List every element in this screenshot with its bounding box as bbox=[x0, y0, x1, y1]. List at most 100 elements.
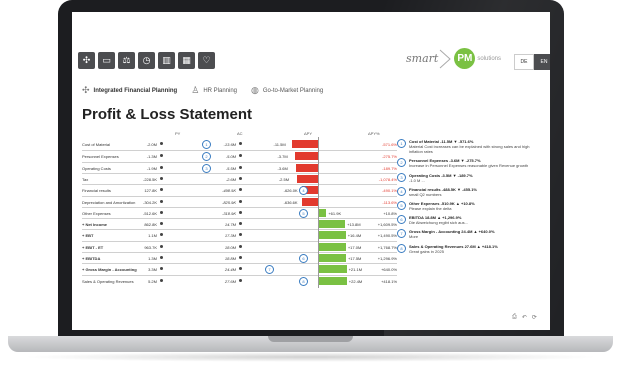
ac-dot bbox=[239, 222, 242, 226]
ac-value: -2.6M bbox=[225, 176, 236, 182]
py-value: -2.0M bbox=[146, 142, 157, 147]
table-icon[interactable]: ▦ bbox=[178, 52, 195, 69]
row-label: Cost of Material bbox=[82, 142, 111, 147]
comment-number: 4 bbox=[397, 186, 406, 196]
comment-item[interactable]: 7 Gross Margin - Accounting 24.4M ▲ +640.… bbox=[397, 229, 543, 239]
row-label: Other Expenses bbox=[82, 210, 111, 216]
arrows-icon: ✣ bbox=[82, 85, 90, 95]
delta-pct-value: +418.1% bbox=[381, 278, 397, 284]
comment-marker[interactable]: 7 bbox=[265, 265, 274, 275]
comment-item[interactable]: 6 EBITDA 18.8M ▲ +1,296.9% Die Abweichung … bbox=[397, 215, 543, 225]
ac-dot bbox=[239, 256, 242, 259]
delta-value: +16.4M bbox=[347, 233, 362, 239]
comment-number: 1 bbox=[397, 139, 406, 148]
table-row[interactable]: + EBIT - ET 963.7K 18.0M +17.0M +1,768.7% bbox=[82, 240, 397, 252]
py-value: 862.8K bbox=[144, 222, 157, 228]
nav-tabs: ✣ Integrated Financial Planning ♙ HR Pla… bbox=[82, 85, 323, 96]
delta-value: -636.6K bbox=[283, 199, 298, 205]
ac-dot bbox=[239, 142, 242, 145]
tab-label: HR Planning bbox=[203, 87, 237, 94]
ac-value: -498.5K bbox=[221, 188, 236, 194]
delta-pct-value: +10.8% bbox=[383, 210, 397, 216]
comment-text: Material Cost increases can be explained… bbox=[409, 144, 530, 155]
ac-value: -5.5M bbox=[225, 165, 236, 171]
table-row[interactable]: Financial results 127.8K -498.5K -626.0K -49… bbox=[82, 184, 397, 196]
comment-item[interactable]: 4 Financial results -488.5K ▼ -455.1% smal… bbox=[397, 186, 543, 197]
py-dot bbox=[160, 222, 163, 226]
clock-icon[interactable]: ◷ bbox=[138, 52, 155, 69]
table-row[interactable]: Depreciation and Amortization -304.2K -825… bbox=[82, 195, 397, 207]
export-icon[interactable]: ⎙ bbox=[512, 314, 517, 321]
table-row[interactable]: + Gross Margin - Accounting 3.3M 24.4M +21.… bbox=[82, 263, 397, 275]
comment-number: 6 bbox=[397, 215, 406, 225]
table-row[interactable]: + EBITDA 1.3M 18.8M +17.5M +1,296.9% 6 bbox=[82, 252, 397, 263]
table-row[interactable]: Personnel Expenses -1.3M -5.0M -3.7M -275.7%… bbox=[82, 150, 397, 162]
tab-integrated-financial-planning[interactable]: ✣ Integrated Financial Planning bbox=[82, 85, 177, 96]
ac-value: -825.9K bbox=[221, 199, 236, 205]
table-row[interactable]: Cost of Material -2.0M -13.6M -11.5M -571.6%… bbox=[82, 139, 397, 149]
py-value: 1.1M bbox=[148, 233, 157, 239]
comment-number: 2 bbox=[397, 158, 406, 168]
row-label: + Net Income bbox=[82, 222, 108, 228]
delta-value: -3.7M bbox=[277, 154, 288, 160]
table-row[interactable]: Operating Costs -1.9M -5.5M -3.6M -189.7% 3 bbox=[82, 161, 397, 173]
ac-value: 24.4M bbox=[224, 267, 236, 273]
refresh-icon[interactable]: ⟳ bbox=[532, 314, 537, 321]
delta-pct-value: +1,296.9% bbox=[377, 256, 397, 261]
comment-item[interactable]: 3 Operating Costs -3.5M ▼ -189.7% -1.0 M .… bbox=[397, 172, 543, 183]
table-row[interactable]: + Net Income 862.8K 14.7M +13.8M +1,609.5% bbox=[82, 218, 397, 229]
py-value: -512.6K bbox=[142, 210, 157, 216]
comment-number: 7 bbox=[397, 229, 406, 239]
comment-marker[interactable]: 1 bbox=[202, 140, 211, 149]
bottom-controls: ⎙ ↶ ⟳ bbox=[512, 314, 537, 321]
comment-item[interactable]: 2 Personnel Expenses -3.6M ▼ -275.7% Incre… bbox=[397, 158, 543, 168]
comment-marker[interactable]: 6 bbox=[299, 254, 308, 263]
py-dot bbox=[160, 256, 163, 259]
table-row[interactable]: + EBT 1.1M 17.3M +16.4M +1,490.5% bbox=[82, 229, 397, 240]
row-label: + Gross Margin - Accounting bbox=[82, 267, 137, 273]
comment-item[interactable]: 8 Sales & Operating Revenues 27.6M ▲ +418… bbox=[397, 243, 543, 254]
comment-item[interactable]: 1 Cost of Material -11.5M ▼ -571.6% Materi… bbox=[397, 139, 543, 154]
comments-panel: 1 Cost of Material -11.5M ▼ -571.6% Materi… bbox=[397, 139, 543, 258]
lang-de-button[interactable]: DE bbox=[514, 54, 534, 70]
py-value: -1.9M bbox=[146, 165, 157, 171]
page-title: Profit & Loss Statement bbox=[82, 106, 253, 123]
delta-bar bbox=[295, 152, 318, 161]
lang-en-button[interactable]: EN bbox=[534, 54, 550, 70]
row-label: + EBT bbox=[82, 233, 94, 239]
comment-heading: Gross Margin - Accounting 24.4M ▲ +640.0… bbox=[409, 229, 495, 235]
table-row[interactable]: Sales & Operating Revenues 5.2M 27.6M +22.4… bbox=[82, 274, 397, 286]
delta-bar bbox=[318, 254, 346, 262]
ac-dot bbox=[239, 188, 242, 192]
arrows-icon[interactable]: ✣ bbox=[78, 52, 95, 69]
ac-dot bbox=[239, 278, 242, 282]
ac-value: 18.0M bbox=[224, 244, 236, 250]
table-row[interactable]: Other Expenses -512.6K -318.9K +61.9K +10.8%… bbox=[82, 206, 397, 218]
bar-chart-icon[interactable]: ▥ bbox=[158, 52, 175, 69]
thumb-icon[interactable]: ♡ bbox=[198, 52, 215, 69]
delta-bar bbox=[318, 220, 346, 229]
comment-marker[interactable]: 8 bbox=[299, 276, 308, 286]
balance-icon[interactable]: ⚖ bbox=[118, 52, 135, 69]
comment-marker[interactable]: 3 bbox=[202, 163, 211, 173]
table-row[interactable]: Tax -228.5K -2.6M -2.5M -1,078.4% bbox=[82, 172, 397, 184]
undo-icon[interactable]: ↶ bbox=[522, 314, 527, 321]
tab-hr-planning[interactable]: ♙ HR Planning bbox=[191, 85, 237, 96]
header-py: PY bbox=[175, 131, 181, 136]
row-label: Tax bbox=[82, 176, 89, 182]
py-dot bbox=[160, 165, 163, 169]
tab-label: Go-to-Market Planning bbox=[262, 87, 324, 94]
delta-pct-value: -1,078.4% bbox=[378, 176, 397, 182]
comment-marker[interactable]: 2 bbox=[202, 152, 211, 162]
comment-text: More bbox=[409, 234, 419, 240]
py-value: 963.7K bbox=[144, 244, 157, 250]
ac-value: 18.8M bbox=[224, 256, 236, 261]
toolbar: ✣ ▭ ⚖ ◷ ▥ ▦ ♡ bbox=[78, 52, 215, 69]
delta-pct-value: -113.6% bbox=[382, 199, 397, 205]
comment-marker[interactable]: 5 bbox=[299, 208, 308, 218]
tab-go-to-market-planning[interactable]: ◍ Go-to-Market Planning bbox=[251, 85, 323, 96]
chart-icon[interactable]: ▭ bbox=[98, 52, 115, 69]
header-dpy-pct: ΔPY% bbox=[368, 131, 380, 136]
delta-pct-value: -490.1% bbox=[382, 188, 397, 194]
comment-item[interactable]: 5 Other Expenses -510.9K ▲ +10.8% Please e… bbox=[397, 200, 543, 211]
